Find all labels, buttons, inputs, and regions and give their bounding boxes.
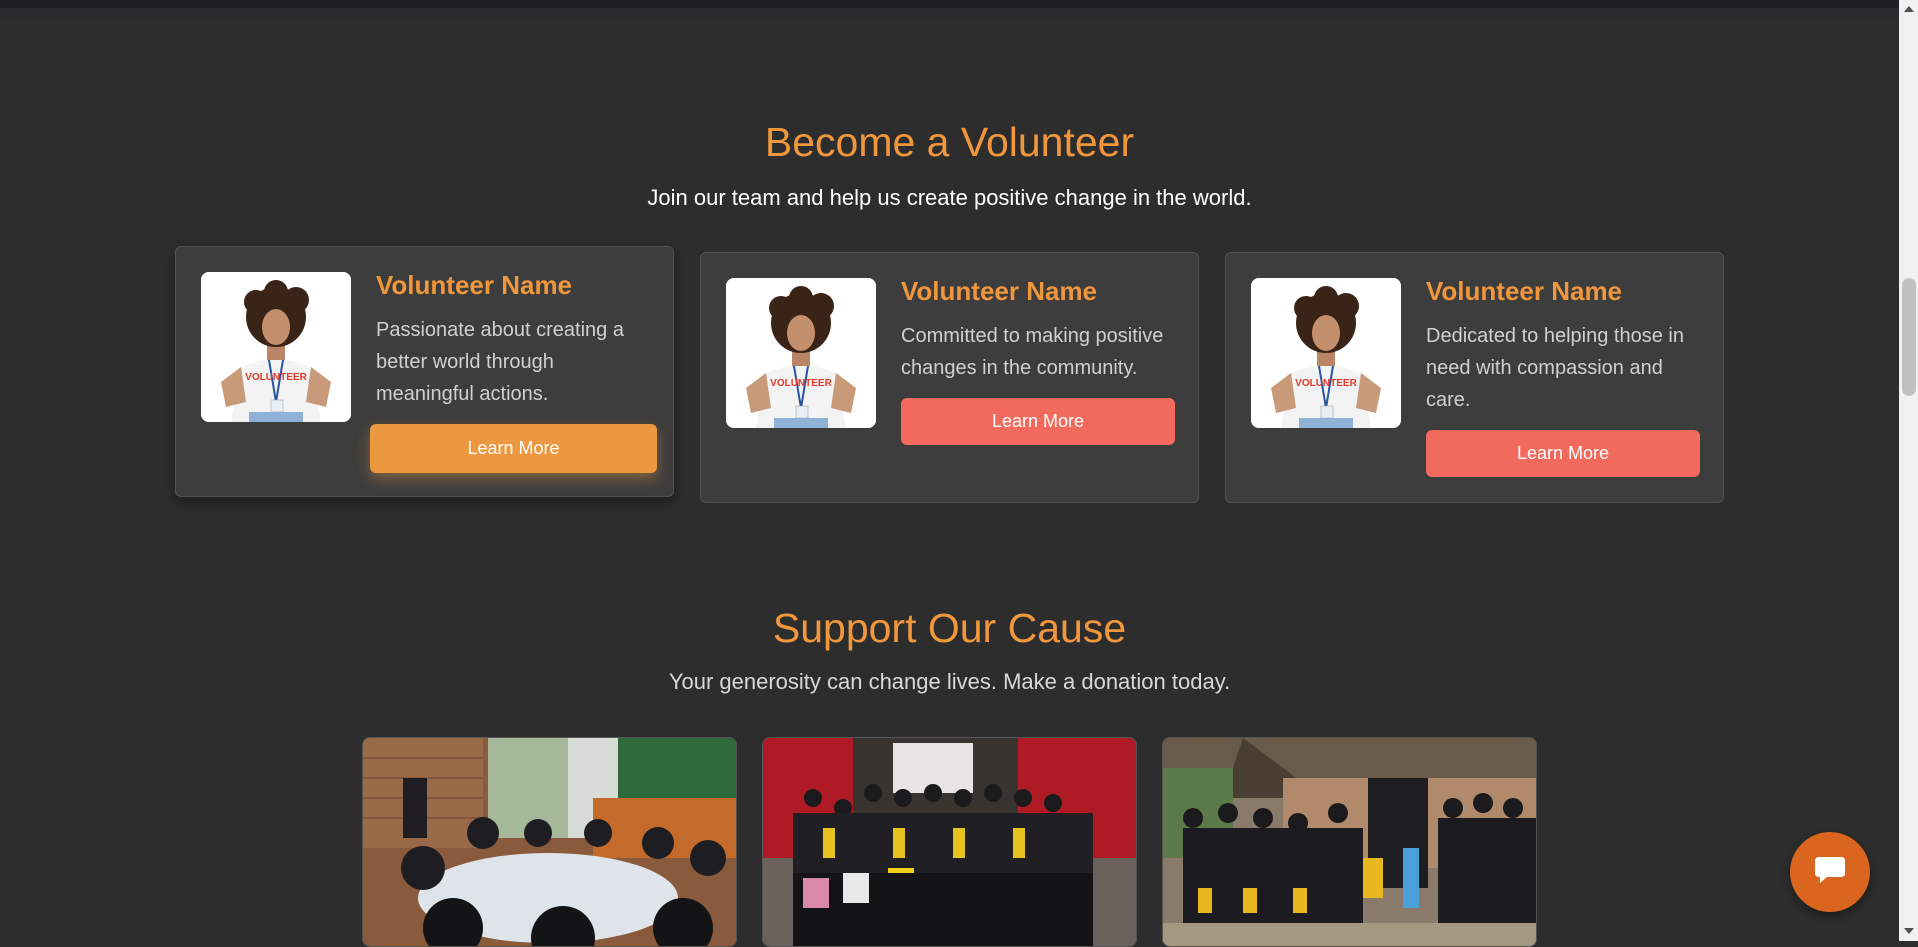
volunteer-card: VOLUNTEER Volunteer Name Committed to ma… <box>700 252 1199 503</box>
volunteer-name: Volunteer Name <box>376 270 573 300</box>
volunteer-subtitle: Join our team and help us create positiv… <box>647 185 1252 210</box>
volunteer-photo: VOLUNTEER <box>1251 278 1401 428</box>
scroll-up-arrow-icon[interactable] <box>1904 6 1914 12</box>
chat-bubble-icon <box>1813 855 1847 890</box>
volunteer-description: Committed to making positive changes in … <box>901 325 1164 379</box>
learn-more-button[interactable]: Learn More <box>901 398 1175 445</box>
learn-more-button[interactable]: Learn More <box>1426 430 1700 477</box>
shirt-lettering: VOLUNTEER <box>770 378 832 389</box>
volunteer-title: Become a Volunteer <box>764 119 1135 165</box>
cause-subtitle: Your generosity can change lives. Make a… <box>668 669 1231 694</box>
top-strip-shadow <box>0 8 1899 19</box>
gallery-photo-outdoor-group <box>1162 737 1537 947</box>
chat-button[interactable] <box>1790 832 1870 912</box>
gallery-photo-group-stage <box>762 737 1137 947</box>
shirt-lettering: VOLUNTEER <box>245 372 307 383</box>
volunteer-card: VOLUNTEER Volunteer Name Dedicated to he… <box>1225 252 1724 503</box>
volunteer-photo: VOLUNTEER <box>201 272 351 422</box>
learn-more-button[interactable]: Learn More <box>370 424 657 473</box>
shirt-lettering: VOLUNTEER <box>1295 378 1357 389</box>
volunteer-section: Become a Volunteer Join our team and hel… <box>0 19 1899 553</box>
volunteer-name: Volunteer Name <box>1426 276 1623 306</box>
cause-title: Support Our Cause <box>772 605 1127 651</box>
scroll-down-arrow-icon[interactable] <box>1904 928 1914 934</box>
support-cause-section: Support Our Cause Your generosity can ch… <box>0 553 1899 947</box>
vertical-scrollbar[interactable] <box>1899 0 1918 941</box>
volunteer-photo: VOLUNTEER <box>726 278 876 428</box>
top-strip <box>0 0 1899 8</box>
volunteer-description: Dedicated to helping those in need with … <box>1426 325 1684 411</box>
volunteer-card: VOLUNTEER Volunteer Name Passionate abou… <box>175 246 674 497</box>
volunteer-description: Passionate about creating a better world… <box>376 319 624 405</box>
gallery-photo-group-discussion <box>362 737 737 947</box>
scrollbar-thumb[interactable] <box>1902 278 1916 396</box>
volunteer-name: Volunteer Name <box>901 276 1098 306</box>
